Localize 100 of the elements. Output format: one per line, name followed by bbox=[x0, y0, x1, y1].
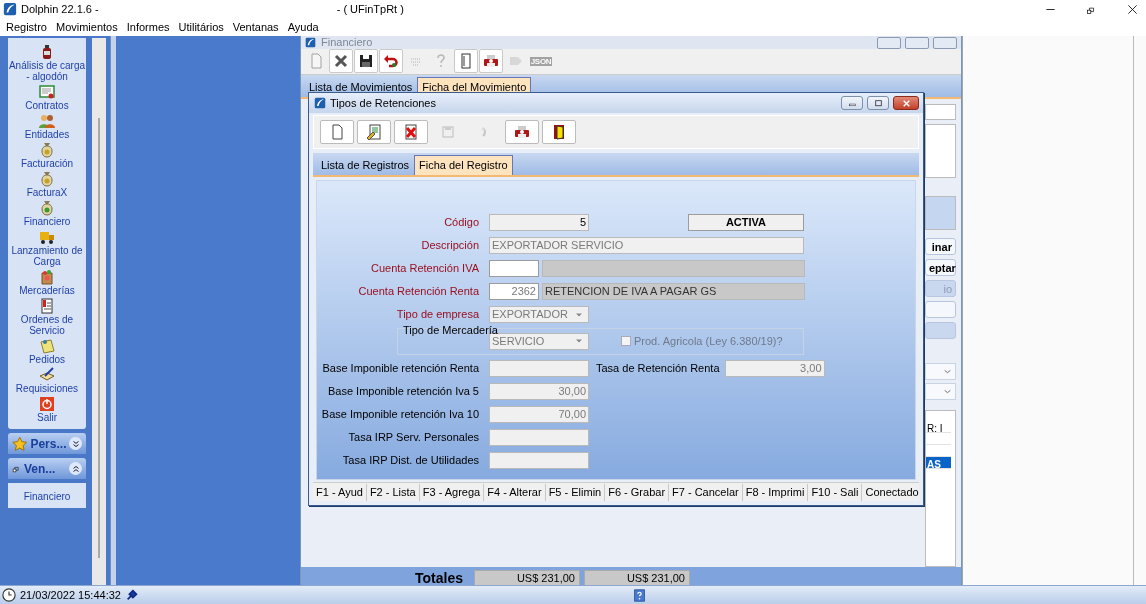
print-icon bbox=[483, 53, 499, 69]
button[interactable]: eptar bbox=[925, 258, 956, 276]
money-bag-icon bbox=[39, 142, 55, 158]
collapse-icon[interactable] bbox=[70, 463, 81, 474]
delete-icon bbox=[403, 124, 419, 140]
function-key[interactable]: F6 - Grabar bbox=[605, 483, 670, 501]
scrollbar[interactable] bbox=[92, 38, 106, 585]
function-key[interactable]: F2 - Lista bbox=[366, 483, 420, 501]
new-document-icon bbox=[308, 53, 324, 69]
window-title: Dolphin 22.1.6 - bbox=[21, 1, 99, 17]
menu-item[interactable]: Utilitários bbox=[178, 18, 224, 36]
exit-icon bbox=[551, 124, 567, 140]
new-document-button[interactable] bbox=[320, 120, 354, 144]
people-icon bbox=[39, 113, 55, 129]
truck-icon bbox=[39, 229, 55, 245]
sidebar-item[interactable]: Contratos bbox=[25, 84, 69, 111]
menu-item[interactable]: Ventanas bbox=[232, 18, 279, 36]
delete-icon bbox=[333, 53, 349, 69]
function-key[interactable]: F8 - Imprimi bbox=[742, 483, 809, 501]
close-button[interactable] bbox=[893, 96, 919, 110]
field-label: Cuenta Retención Renta bbox=[357, 284, 480, 300]
group-header[interactable]: Pers... bbox=[8, 433, 86, 454]
save-button[interactable] bbox=[354, 49, 378, 73]
app-logo-icon bbox=[305, 37, 316, 48]
minimize-button[interactable] bbox=[877, 36, 901, 49]
total-value: US$ 231,00 bbox=[474, 569, 580, 585]
menu-item[interactable]: Informes bbox=[126, 18, 170, 36]
sidebar-item[interactable]: FacturaX bbox=[26, 171, 68, 198]
exit-button[interactable] bbox=[542, 120, 576, 144]
sidebar-item[interactable]: Financiero bbox=[23, 489, 71, 504]
new-document-icon bbox=[329, 124, 345, 140]
text-area[interactable] bbox=[925, 123, 956, 178]
field-label: Base Imponible retención Renta bbox=[321, 361, 480, 377]
input-field[interactable] bbox=[925, 103, 956, 120]
close-icon bbox=[901, 98, 911, 108]
maximize-button[interactable] bbox=[905, 36, 929, 49]
app-logo-icon bbox=[314, 97, 326, 109]
maximize-icon bbox=[873, 98, 883, 108]
delete-button[interactable] bbox=[329, 49, 353, 73]
input-field[interactable] bbox=[489, 260, 539, 277]
delete-button[interactable] bbox=[394, 120, 428, 144]
table-row[interactable]: R: I bbox=[926, 420, 951, 433]
function-key[interactable]: F4 - Alterar bbox=[484, 483, 546, 501]
sidebar-item[interactable]: Lanzamiento de Carga bbox=[8, 229, 86, 267]
save-icon bbox=[440, 124, 456, 140]
sidebar-item[interactable]: Financiero bbox=[23, 200, 71, 227]
sidebar-item[interactable]: Entidades bbox=[24, 113, 70, 140]
expand-icon[interactable] bbox=[70, 438, 81, 449]
button[interactable]: inar bbox=[925, 237, 956, 255]
tab[interactable]: Lista de Movimientos bbox=[305, 78, 417, 97]
sidebar-item[interactable]: Mercaderías bbox=[19, 269, 75, 296]
sidebar-item[interactable]: Facturación bbox=[20, 142, 74, 169]
field-label: Tasa IRP Dist. de Utilidades bbox=[341, 453, 480, 469]
sidebar-item[interactable]: Análisis de carga - algodón bbox=[8, 44, 86, 82]
group-header[interactable]: Ven... bbox=[8, 458, 86, 479]
function-key[interactable]: F7 - Cancelar bbox=[669, 483, 743, 501]
dropdown[interactable] bbox=[925, 362, 956, 380]
tab[interactable]: Ficha del Registro bbox=[414, 155, 513, 175]
dropdown[interactable] bbox=[925, 382, 956, 400]
function-key[interactable]: F5 - Elimin bbox=[545, 483, 606, 501]
field-label: Base Imponible retención Iva 10 bbox=[320, 407, 480, 423]
print-button[interactable] bbox=[479, 49, 503, 73]
connection-status: Conectado bbox=[864, 484, 919, 500]
function-key[interactable]: F10 - Sali bbox=[808, 483, 863, 501]
input-field[interactable]: 5 bbox=[489, 214, 589, 231]
splitter[interactable] bbox=[110, 36, 116, 585]
close-icon[interactable] bbox=[1127, 3, 1138, 15]
button[interactable] bbox=[925, 300, 956, 318]
minimize-button[interactable] bbox=[841, 96, 863, 110]
print-button[interactable] bbox=[505, 120, 539, 144]
function-key[interactable]: F3 - Agrega bbox=[419, 483, 485, 501]
sidebar-item[interactable]: Salir bbox=[37, 396, 57, 423]
certificate-icon bbox=[39, 84, 55, 100]
function-key[interactable]: F1 - Ayud bbox=[313, 483, 367, 501]
menu-item[interactable]: Movimientos bbox=[55, 18, 118, 36]
door-button[interactable] bbox=[454, 49, 478, 73]
menu-item[interactable]: Ayuda bbox=[287, 18, 319, 36]
door-icon bbox=[458, 53, 474, 69]
menu-item[interactable]: Registro bbox=[6, 18, 47, 36]
input-field[interactable] bbox=[542, 260, 805, 277]
undo-button[interactable] bbox=[379, 49, 403, 73]
edit-icon bbox=[366, 124, 382, 140]
tab[interactable]: Lista de Registros bbox=[317, 156, 414, 175]
plug-icon bbox=[124, 588, 139, 602]
money-bag-icon bbox=[39, 200, 55, 216]
help-icon bbox=[632, 588, 646, 602]
field-label: Tipo de empresa bbox=[395, 307, 480, 323]
restore-icon bbox=[12, 464, 21, 473]
money-bag-icon bbox=[39, 171, 55, 187]
maximize-button[interactable] bbox=[867, 96, 889, 110]
window-title: - ( UFinTpRt ) bbox=[336, 1, 404, 17]
field-label: Tasa IRP Serv. Personales bbox=[347, 430, 480, 446]
sidebar-item[interactable]: Ordenes de Servicio bbox=[8, 298, 86, 336]
edit-button[interactable] bbox=[357, 120, 391, 144]
checkbox-label: Prod. Agricola (Ley 6.380/19)? bbox=[634, 333, 783, 349]
sidebar-item[interactable]: Pedidos bbox=[28, 338, 66, 365]
sidebar-item[interactable]: Requisiciones bbox=[15, 367, 79, 394]
field-label: Cuenta Retención IVA bbox=[369, 261, 480, 277]
save-icon bbox=[358, 53, 374, 69]
field-label: Descripción bbox=[420, 238, 480, 254]
